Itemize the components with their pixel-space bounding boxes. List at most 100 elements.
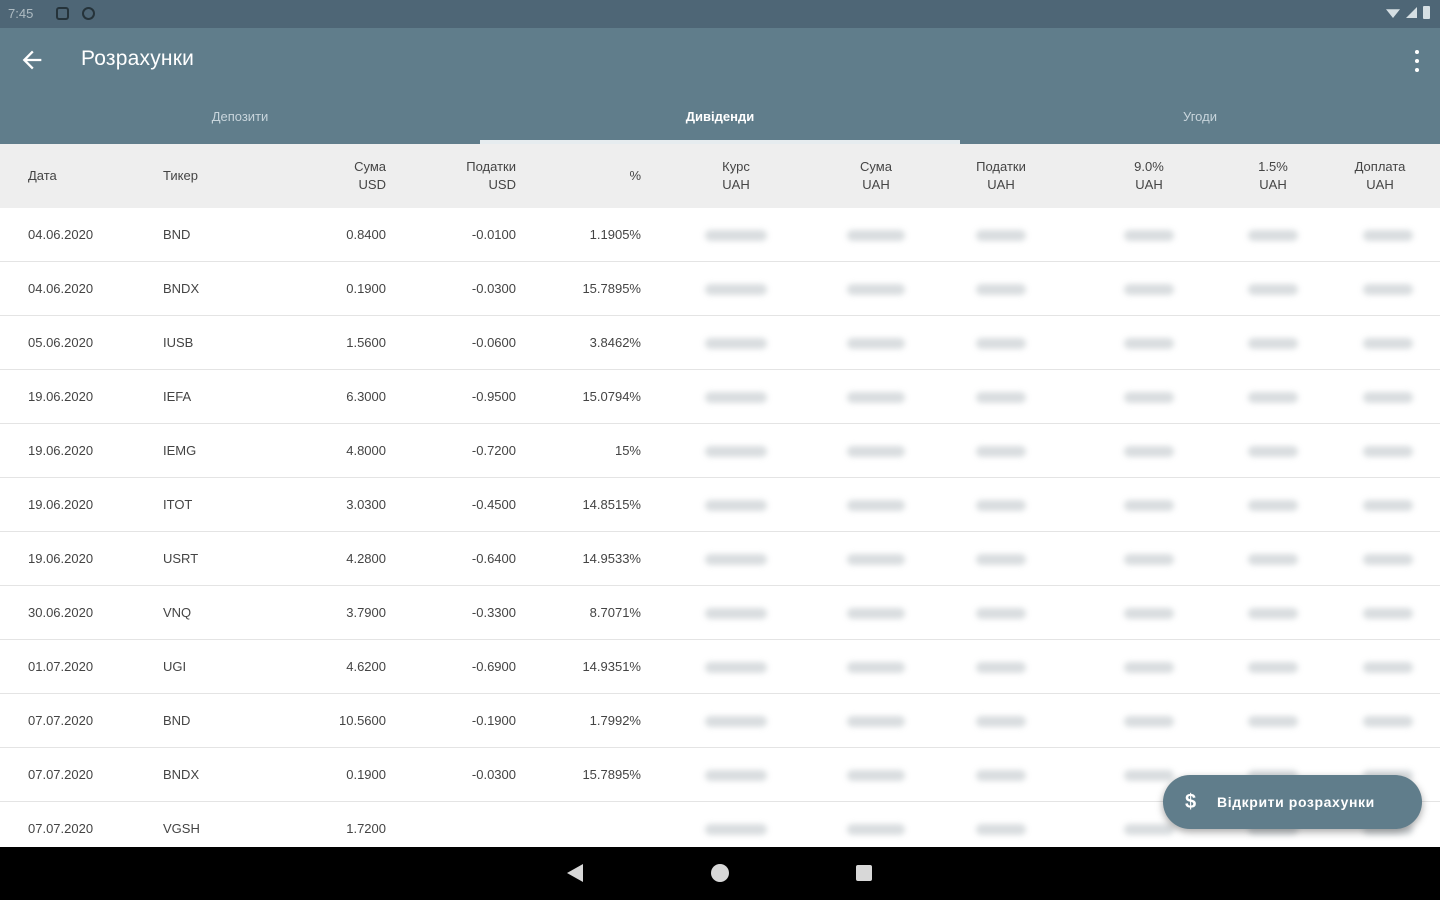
cell-date: 04.06.2020 bbox=[28, 281, 94, 296]
column-header-line: USD bbox=[358, 177, 386, 192]
cell-sum-usd: 10.5600 bbox=[339, 713, 386, 728]
cell-pct: 15% bbox=[614, 443, 641, 458]
column-header[interactable]: Дата bbox=[28, 144, 138, 208]
cell-ticker: VNQ bbox=[163, 605, 192, 620]
cell-ticker: IEMG bbox=[163, 443, 197, 458]
column-header[interactable]: 9.0% UAH bbox=[1099, 144, 1199, 208]
cell-sum-usd: 3.0300 bbox=[346, 497, 386, 512]
cell-ticker: BND bbox=[163, 713, 191, 728]
cell-date: 19.06.2020 bbox=[28, 551, 94, 566]
column-header[interactable]: Сума UAH bbox=[826, 144, 926, 208]
column-header-line: UAH bbox=[1259, 177, 1287, 192]
cell-pct: 15.7895% bbox=[582, 281, 641, 296]
dividends-table[interactable]: Дата Тикер Сума USD Податки USD% Курс UAH Сума UA… bbox=[0, 144, 1440, 847]
blurred-value bbox=[976, 770, 1026, 781]
table-row[interactable]: 04.06.2020 BNDX 0.1900 -0.0300 15.7895% bbox=[0, 262, 1440, 316]
app-notification-icon bbox=[82, 7, 95, 20]
cell-sum-usd: 4.8000 bbox=[346, 443, 386, 458]
column-header[interactable]: Тикер bbox=[163, 144, 263, 208]
back-arrow-icon[interactable] bbox=[18, 46, 46, 74]
column-header-line: Сума bbox=[354, 159, 386, 174]
blurred-value bbox=[847, 392, 905, 403]
nav-recents-icon[interactable] bbox=[856, 865, 872, 881]
notification-icon bbox=[56, 7, 69, 20]
blurred-value bbox=[1363, 230, 1413, 241]
cell-tax-usd: -0.0300 bbox=[471, 281, 516, 296]
table-header: Дата Тикер Сума USD Податки USD% Курс UAH Сума UA… bbox=[0, 144, 1440, 208]
cell-date: 04.06.2020 bbox=[28, 227, 94, 242]
column-header-line: UAH bbox=[987, 177, 1015, 192]
blurred-value bbox=[1248, 338, 1298, 349]
blurred-value bbox=[847, 338, 905, 349]
open-calculations-button[interactable]: $ Відкрити розрахунки bbox=[1163, 775, 1422, 829]
table-body: 04.06.2020 BND 0.8400 -0.0100 1.1905% 04.06.2… bbox=[0, 208, 1440, 847]
blurred-value bbox=[705, 716, 767, 727]
battery-icon bbox=[1423, 6, 1430, 19]
tab-deals[interactable]: Угоди bbox=[960, 100, 1440, 144]
nav-back-icon[interactable] bbox=[567, 864, 583, 882]
status-bar: 7:45 bbox=[0, 0, 1440, 28]
blurred-value bbox=[1124, 662, 1174, 673]
app-bar: Розрахунки Депозити Дивіденди Угоди bbox=[0, 28, 1440, 144]
column-header-line: Сума bbox=[860, 159, 892, 174]
cell-date: 07.07.2020 bbox=[28, 821, 94, 836]
cell-date: 19.06.2020 bbox=[28, 389, 94, 404]
blurred-value bbox=[1363, 716, 1413, 727]
blurred-value bbox=[1248, 662, 1298, 673]
cell-sum-usd: 4.2800 bbox=[346, 551, 386, 566]
table-row[interactable]: 04.06.2020 BND 0.8400 -0.0100 1.1905% bbox=[0, 208, 1440, 262]
table-row[interactable]: 19.06.2020 ITOT 3.0300 -0.4500 14.8515% bbox=[0, 478, 1440, 532]
column-header-line: UAH bbox=[1135, 177, 1163, 192]
tab-deposits[interactable]: Депозити bbox=[0, 100, 480, 144]
blurred-value bbox=[1124, 446, 1174, 457]
column-header[interactable]: Податки UAH bbox=[951, 144, 1051, 208]
blurred-value bbox=[847, 554, 905, 565]
blurred-value bbox=[1363, 608, 1413, 619]
column-header-line: 1.5% bbox=[1258, 159, 1288, 174]
column-header[interactable]: Курс UAH bbox=[686, 144, 786, 208]
column-header[interactable]: Сума USD bbox=[300, 144, 386, 208]
blurred-value bbox=[1248, 608, 1298, 619]
blurred-value bbox=[705, 824, 767, 835]
cell-pct: 14.9351% bbox=[582, 659, 641, 674]
column-header[interactable]: 1.5% UAH bbox=[1223, 144, 1323, 208]
cell-date: 01.07.2020 bbox=[28, 659, 94, 674]
table-row[interactable]: 19.06.2020 IEFA 6.3000 -0.9500 15.0794% bbox=[0, 370, 1440, 424]
cell-sum-usd: 3.7900 bbox=[346, 605, 386, 620]
cell-pct: 14.8515% bbox=[582, 497, 641, 512]
blurred-value bbox=[976, 554, 1026, 565]
cell-ticker: IUSB bbox=[163, 335, 194, 350]
cell-date: 30.06.2020 bbox=[28, 605, 94, 620]
table-row[interactable]: 05.06.2020 IUSB 1.5600 -0.0600 3.8462% bbox=[0, 316, 1440, 370]
blurred-value bbox=[1248, 392, 1298, 403]
tab-dividends[interactable]: Дивіденди bbox=[480, 100, 960, 144]
cell-ticker: BNDX bbox=[163, 281, 200, 296]
column-header[interactable]: Доплата UAH bbox=[1330, 144, 1430, 208]
column-header-line: UAH bbox=[862, 177, 890, 192]
overflow-menu-icon[interactable] bbox=[1410, 46, 1424, 76]
blurred-value bbox=[1124, 338, 1174, 349]
cell-tax-usd bbox=[420, 802, 516, 847]
blurred-value bbox=[976, 392, 1026, 403]
cell-pct: 1.7992% bbox=[589, 713, 641, 728]
blurred-value bbox=[1363, 662, 1413, 673]
table-row[interactable]: 01.07.2020 UGI 4.6200 -0.6900 14.9351% bbox=[0, 640, 1440, 694]
blurred-value bbox=[1363, 392, 1413, 403]
table-row[interactable]: 30.06.2020 VNQ 3.7900 -0.3300 8.7071% bbox=[0, 586, 1440, 640]
table-row[interactable]: 19.06.2020 IEMG 4.8000 -0.7200 15% bbox=[0, 424, 1440, 478]
blurred-value bbox=[705, 446, 767, 457]
cell-sum-usd: 4.6200 bbox=[346, 659, 386, 674]
blurred-value bbox=[1248, 446, 1298, 457]
column-header-line: % bbox=[629, 168, 641, 183]
column-header[interactable]: % bbox=[540, 144, 641, 208]
column-header-line: UAH bbox=[1366, 177, 1394, 192]
table-row[interactable]: 19.06.2020 USRT 4.2800 -0.6400 14.9533% bbox=[0, 532, 1440, 586]
blurred-value bbox=[1248, 284, 1298, 295]
blurred-value bbox=[1124, 716, 1174, 727]
column-header-line: Податки bbox=[976, 159, 1026, 174]
cell-tax-usd: -0.6900 bbox=[471, 659, 516, 674]
column-header[interactable]: Податки USD bbox=[420, 144, 516, 208]
table-row[interactable]: 07.07.2020 BND 10.5600 -0.1900 1.7992% bbox=[0, 694, 1440, 748]
nav-home-icon[interactable] bbox=[711, 864, 729, 882]
blurred-value bbox=[705, 662, 767, 673]
